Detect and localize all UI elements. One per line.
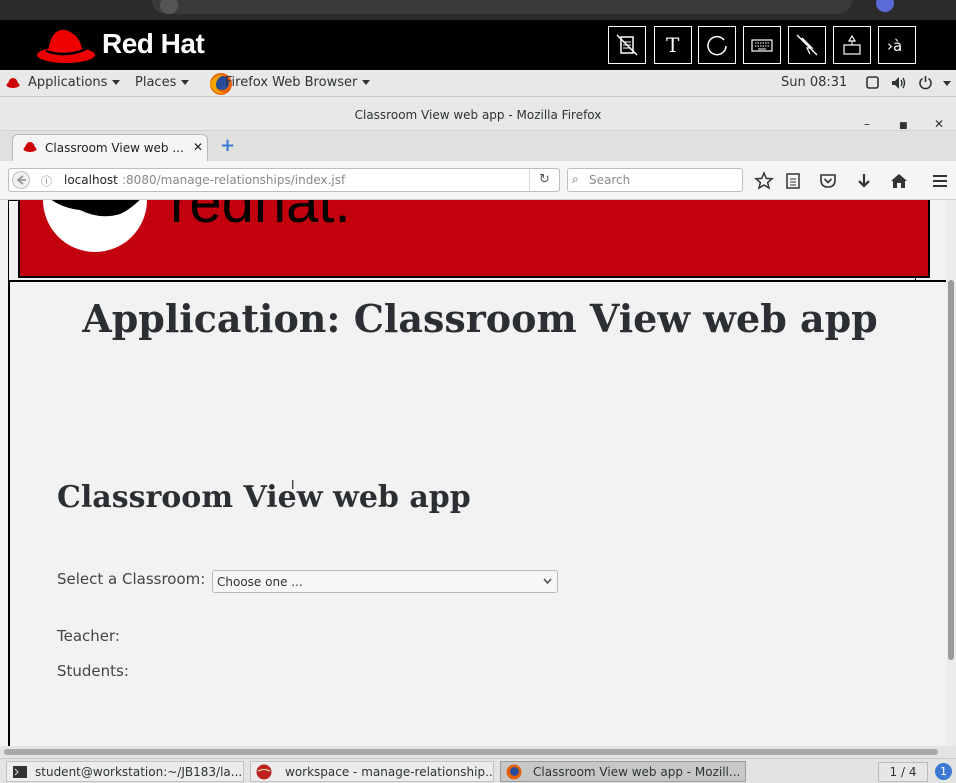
redhat-logo-icon [37,29,95,63]
search-placeholder: Search [589,173,631,187]
places-menu[interactable]: Places [135,75,190,90]
clipboard-icon[interactable] [608,26,646,64]
text-tool-icon[interactable]: T [654,26,692,64]
outer-browser-strip [0,0,956,20]
select-value: Choose one ... [217,575,303,589]
outer-address-bar[interactable] [152,0,852,14]
outer-url-icon [160,0,178,14]
refresh-circle-icon[interactable] [698,26,736,64]
tab-strip: Classroom View web ... ✕ + [0,131,956,162]
terminal-icon [13,766,27,778]
task-terminal[interactable]: student@workstation:~/JB183/la... [6,761,244,782]
url-host: localhost [64,173,118,187]
firefox-task-icon [506,764,522,780]
pointer-off-icon[interactable] [788,26,826,64]
home-icon[interactable] [889,171,909,191]
search-bar[interactable]: ⌕ Search [567,168,743,192]
volume-icon[interactable] [891,76,907,90]
page-title: Application: Classroom View web app [82,296,878,341]
notification-badge[interactable]: 1 [935,763,952,780]
redhat-banner-logo-icon: redhat. [43,200,351,252]
gnome-top-bar: Applications Places Firefox Web Browser … [0,70,956,97]
search-icon: ⌕ [572,172,579,186]
students-label: Students: [57,662,129,680]
classroom-select-label: Select a Classroom: [57,570,206,588]
tab-classroom-view[interactable]: Classroom View web ... ✕ [12,134,208,162]
keyboard-icon[interactable] [743,26,781,64]
task-firefox[interactable]: Classroom View web app - Mozill... [500,761,746,782]
reload-icon[interactable]: ↻ [539,172,550,187]
workspace-pager[interactable]: 1 / 4 [878,762,928,782]
url-divider [529,169,530,191]
horizontal-scrollbar[interactable] [0,746,956,758]
redhat-brand-text: Red Hat [102,28,205,59]
navigation-bar: ⓘ localhost :8080/manage-relationships/i… [0,161,956,200]
back-icon[interactable] [11,171,31,189]
classroom-select[interactable]: Choose one ... [212,570,558,593]
svg-text:redhat.: redhat. [170,200,351,235]
redhat-banner: redhat. [18,200,930,278]
eclipse-icon [256,764,272,780]
window-title: Classroom View web app - Mozilla Firefox [354,108,602,122]
text-cursor-icon: I [291,478,295,492]
applications-menu[interactable]: Applications [28,75,121,90]
pocket-icon[interactable] [818,171,838,191]
svg-text:›à: ›à [887,37,902,55]
reading-list-icon[interactable] [783,171,803,191]
task-workspace[interactable]: workspace - manage-relationship... [250,761,494,782]
window-overview-icon[interactable] [866,76,879,89]
taskbar: student@workstation:~/JB183/la... worksp… [0,758,956,783]
hscroll-thumb[interactable] [4,749,938,755]
bookmark-star-icon[interactable] [754,171,774,191]
scroll-thumb[interactable] [948,280,954,660]
eject-icon[interactable] [833,26,871,64]
outer-profile-icon[interactable] [876,0,894,12]
svg-text:T: T [666,33,680,57]
page-viewport: redhat. Application: Classroom View web … [0,200,956,746]
vertical-scrollbar[interactable] [946,200,956,746]
menu-icon[interactable] [930,171,950,191]
redhat-header: Red Hat T ›à [0,20,956,70]
url-path: :8080/manage-relationships/index.jsf [122,173,346,187]
section-heading: Classroom View web app [57,480,471,515]
download-icon[interactable] [854,171,874,191]
tab-label: Classroom View web ... [45,141,184,155]
url-bar[interactable]: ⓘ localhost :8080/manage-relationships/i… [8,168,560,192]
site-info-icon[interactable]: ⓘ [41,173,52,189]
tab-close-icon[interactable]: ✕ [193,140,203,154]
firefox-window-titlebar: Classroom View web app - Mozilla Firefox… [0,97,956,131]
chevron-down-icon [543,578,552,585]
firefox-app-menu[interactable]: Firefox Web Browser [225,75,371,90]
clock[interactable]: Sun 08:31 [781,75,847,90]
redhat-menu-icon [6,78,20,88]
new-tab-icon[interactable]: + [220,137,235,155]
power-icon[interactable] [918,75,933,90]
redhat-favicon-icon [23,142,37,152]
input-method-icon[interactable]: ›à [878,26,916,64]
teacher-label: Teacher: [57,627,120,645]
power-caret-icon[interactable] [943,81,951,86]
